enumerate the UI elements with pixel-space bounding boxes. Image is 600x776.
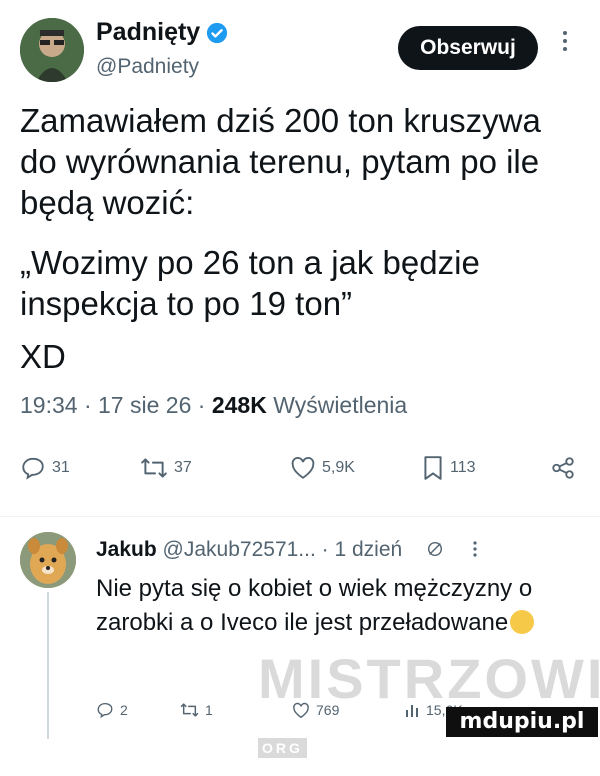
watermark-badge: ORG — [258, 738, 307, 758]
reply-text-wrap: Nie pyta się o kobiet o wiek mężczyzny o… — [96, 572, 576, 640]
tweet-meta: 19:34 · 17 sie 26 · 248K Wyświetlenia — [20, 392, 407, 419]
tweet-time[interactable]: 19:34 — [20, 392, 78, 418]
reply-icon — [22, 457, 44, 480]
reply-reply-count: 2 — [120, 702, 128, 718]
tweet-text-p3: XD — [20, 338, 66, 375]
tweet-action-bar: 31 37 5,9K 113 — [20, 448, 580, 488]
reply-text: Nie pyta się o kobiet o wiek mężczyzny o… — [96, 575, 533, 636]
retweet-count: 37 — [174, 459, 192, 476]
reply-avatar[interactable] — [20, 532, 76, 588]
grok-icon[interactable] — [426, 540, 444, 558]
tweet-text-p1: Zamawiałem dziś 200 ton kruszywa do wyró… — [20, 102, 541, 221]
retweet-button[interactable]: 37 — [140, 455, 290, 481]
thread-line — [47, 592, 49, 739]
tweet-date[interactable]: 17 sie 26 — [98, 392, 191, 418]
author-name-row[interactable]: Padnięty — [96, 18, 228, 47]
tweet-text-p2: „Wozimy po 26 ton a jak będzie inspekcja… — [20, 244, 480, 322]
bookmark-count: 113 — [450, 459, 476, 476]
author-avatar[interactable] — [20, 18, 84, 82]
author-name[interactable]: Padnięty — [96, 18, 200, 47]
like-count: 5,9K — [322, 459, 355, 476]
divider — [0, 516, 600, 517]
watermark-text: MISTRZOWIE — [258, 647, 600, 710]
author-handle[interactable]: @Padniety — [96, 55, 199, 79]
reply-handle-time[interactable]: @Jakub72571... · 1 dzień — [163, 538, 403, 561]
follow-button[interactable]: Obserwuj — [398, 26, 538, 70]
reply-author-name[interactable]: Jakub — [96, 538, 157, 561]
like-icon — [291, 457, 315, 479]
like-button[interactable]: 5,9K — [290, 456, 422, 480]
views-count: 248K — [211, 392, 267, 418]
laughing-emoji-icon — [510, 610, 535, 634]
reply-header: Jakub @Jakub72571... · 1 dzień — [96, 538, 478, 562]
reply-retweet-count: 1 — [205, 702, 213, 718]
more-icon[interactable] — [560, 30, 570, 52]
views-label: Wyświetlenia — [273, 392, 408, 418]
share-button[interactable] — [550, 455, 576, 481]
bookmark-icon — [424, 456, 442, 480]
retweet-icon — [141, 458, 167, 478]
reply-icon — [97, 702, 113, 719]
reply-count: 31 — [52, 459, 70, 476]
retweet-icon — [180, 703, 199, 717]
meta-separator: · — [197, 392, 212, 418]
site-badge: mdupiu.pl — [446, 707, 598, 737]
reply-button[interactable]: 31 — [20, 455, 140, 481]
more-icon[interactable] — [472, 540, 478, 558]
share-icon — [552, 457, 574, 479]
verified-badge-icon — [207, 22, 228, 43]
meta-separator: · — [83, 392, 99, 418]
reply-reply-button[interactable]: 2 — [96, 701, 180, 719]
bookmark-button[interactable]: 113 — [422, 455, 550, 481]
